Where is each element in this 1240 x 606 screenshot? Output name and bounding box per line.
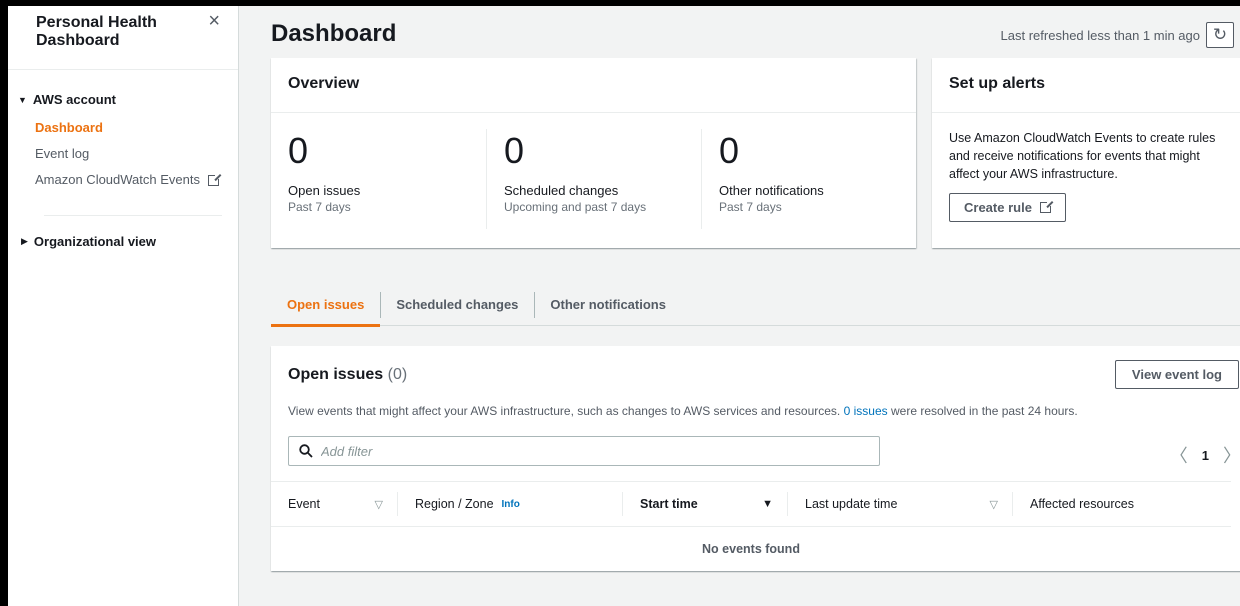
- stat-scheduled-changes: 0 Scheduled changes Upcoming and past 7 …: [486, 129, 701, 229]
- column-last-update-time[interactable]: Last update time ▽: [787, 492, 1012, 516]
- issues-title-text: Open issues: [288, 366, 384, 383]
- section-label: AWS account: [32, 92, 116, 107]
- sort-icon: ▽: [374, 498, 383, 511]
- section-toggle-aws-account[interactable]: ▼ AWS account: [18, 92, 238, 107]
- close-icon[interactable]: ×: [208, 10, 220, 33]
- search-icon: [299, 444, 313, 458]
- sidebar: Personal Health Dashboard × ▼ AWS accoun…: [8, 6, 239, 606]
- sidebar-item-dashboard[interactable]: Dashboard: [35, 115, 238, 141]
- issues-description: View events that might affect your AWS i…: [288, 404, 1078, 418]
- stat-sub: Upcoming and past 7 days: [504, 200, 647, 214]
- stat-value: 0: [504, 130, 525, 171]
- refresh-icon: ↻: [1212, 25, 1228, 44]
- app-frame: Personal Health Dashboard × ▼ AWS accoun…: [8, 6, 1240, 606]
- caret-down-icon: ▼: [18, 94, 27, 105]
- tab-open-issues[interactable]: Open issues: [271, 284, 381, 327]
- refresh-button[interactable]: ↻: [1206, 22, 1234, 48]
- filter-input[interactable]: [321, 443, 841, 459]
- sidebar-item-label: Amazon CloudWatch Events: [35, 172, 200, 187]
- sidebar-item-cloudwatch-events[interactable]: Amazon CloudWatch Events: [35, 167, 238, 193]
- page-number[interactable]: 1: [1202, 448, 1209, 463]
- tab-label: Scheduled changes: [396, 296, 519, 312]
- pagination: 〈 1 〉: [1170, 442, 1240, 468]
- stat-other-notifications: 0 Other notifications Past 7 days: [701, 129, 916, 229]
- column-label: Start time: [640, 497, 698, 511]
- sort-icon: ▽: [989, 498, 998, 511]
- issues-count: (0): [387, 366, 408, 383]
- external-link-icon: [207, 172, 221, 186]
- overview-card: Overview 0 Open issues Past 7 days 0 Sch…: [271, 58, 916, 248]
- last-refreshed-text: Last refreshed less than 1 min ago: [1000, 27, 1200, 43]
- events-table: Event ▽ Region / Zone Info Start time ▼ …: [271, 481, 1231, 571]
- sidebar-section-aws-account: ▼ AWS account Dashboard Event log Amazon…: [8, 70, 238, 249]
- column-label: Affected resources: [1030, 497, 1134, 511]
- issues-title: Open issues (0): [288, 366, 407, 384]
- external-link-icon: [1039, 200, 1053, 213]
- column-start-time[interactable]: Start time ▼: [622, 492, 787, 516]
- stat-value: 0: [288, 130, 309, 171]
- alerts-description: Use Amazon CloudWatch Events to create r…: [949, 131, 1216, 181]
- stat-label: Open issues: [288, 183, 361, 198]
- column-label: Region / Zone: [415, 497, 494, 511]
- desc-text: were resolved in the past 24 hours.: [890, 404, 1078, 418]
- stat-label: Scheduled changes: [504, 183, 619, 198]
- stat-value: 0: [719, 130, 740, 171]
- stat-label: Other notifications: [719, 183, 824, 198]
- caret-right-icon: ▶: [21, 236, 28, 246]
- column-affected-resources[interactable]: Affected resources: [1012, 492, 1231, 516]
- section-toggle-organizational-view[interactable]: ▶ Organizational view: [18, 216, 238, 249]
- sort-descending-icon: ▼: [762, 498, 773, 510]
- column-region-zone[interactable]: Region / Zone Info: [397, 492, 622, 516]
- event-tabs: Open issues Scheduled changes Other noti…: [271, 284, 1240, 327]
- refresh-area: Last refreshed less than 1 min ago ↻: [1001, 22, 1234, 48]
- main-content: Dashboard Last refreshed less than 1 min…: [239, 6, 1240, 606]
- prev-page-icon[interactable]: 〈: [1170, 442, 1188, 468]
- stat-sub: Past 7 days: [288, 200, 351, 214]
- overview-title: Overview: [271, 58, 916, 113]
- sidebar-item-label: Dashboard: [35, 120, 103, 135]
- sidebar-item-event-log[interactable]: Event log: [35, 141, 238, 167]
- filter-box: [288, 436, 880, 466]
- tab-label: Open issues: [287, 296, 365, 312]
- resolved-issues-link[interactable]: 0 issues: [844, 404, 888, 418]
- sidebar-item-label: Event log: [35, 146, 90, 161]
- button-label: Create rule: [964, 200, 1032, 215]
- section-label: Organizational view: [33, 234, 157, 249]
- sidebar-header: Personal Health Dashboard ×: [8, 6, 238, 70]
- stat-open-issues: 0 Open issues Past 7 days: [271, 129, 486, 229]
- alerts-title: Set up alerts: [932, 58, 1240, 113]
- column-event[interactable]: Event ▽: [271, 492, 397, 516]
- column-label: Last update time: [805, 497, 898, 511]
- stat-sub: Past 7 days: [719, 200, 782, 214]
- tab-scheduled-changes[interactable]: Scheduled changes: [380, 284, 534, 326]
- table-header: Event ▽ Region / Zone Info Start time ▼ …: [271, 481, 1231, 527]
- setup-alerts-card: Set up alerts Use Amazon CloudWatch Even…: [932, 58, 1240, 248]
- sidebar-title: Personal Health Dashboard: [36, 14, 157, 49]
- open-issues-panel: Open issues (0) View event log View even…: [271, 346, 1240, 571]
- tab-label: Other notifications: [550, 296, 666, 312]
- next-page-icon[interactable]: 〉: [1223, 442, 1240, 468]
- tab-other-notifications[interactable]: Other notifications: [534, 284, 682, 326]
- column-label: Event: [288, 497, 320, 511]
- page-title: Dashboard: [271, 20, 397, 47]
- empty-state: No events found: [702, 542, 800, 556]
- view-event-log-button[interactable]: View event log: [1114, 360, 1239, 389]
- region-info-link[interactable]: Info: [502, 499, 520, 510]
- create-rule-button[interactable]: Create rule: [949, 193, 1066, 222]
- desc-text: View events that might affect your AWS i…: [288, 404, 841, 418]
